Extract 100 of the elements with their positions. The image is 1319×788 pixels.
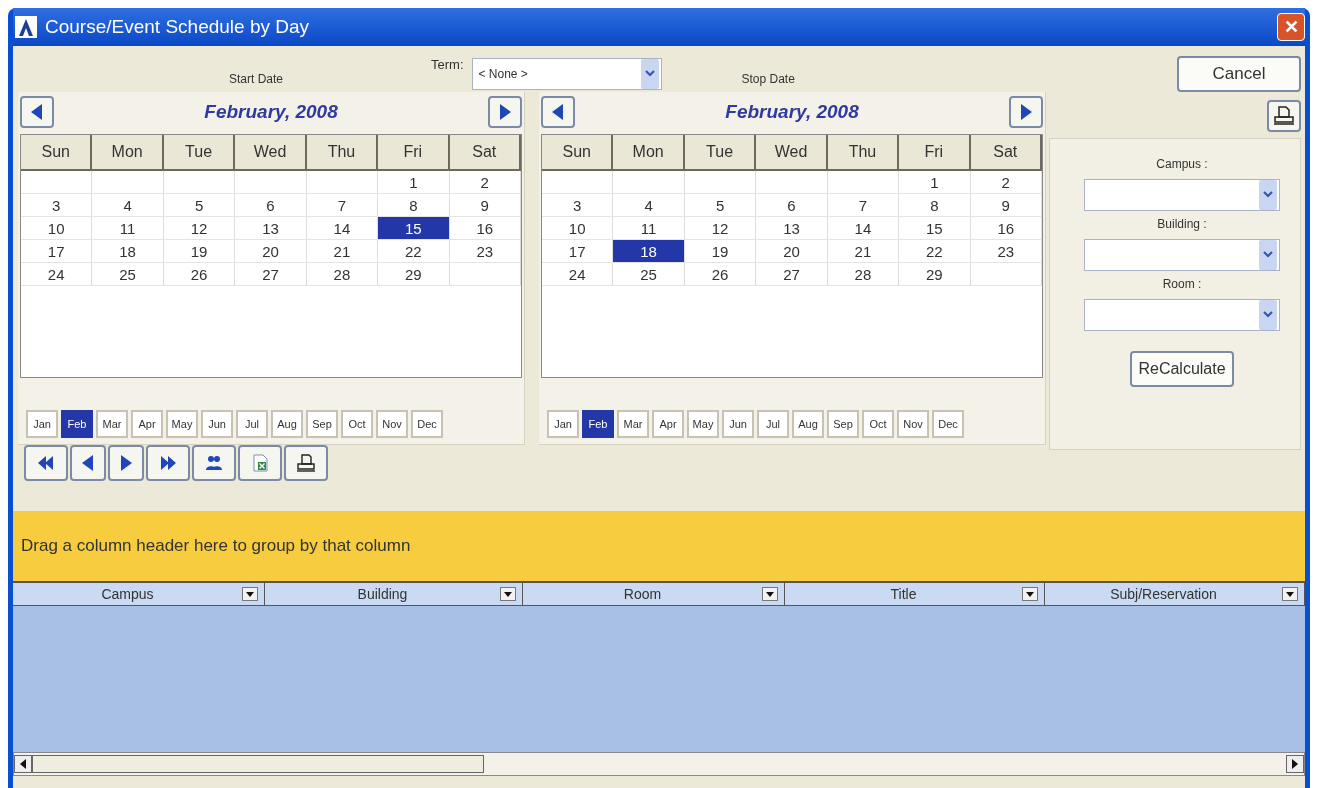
day-cell[interactable]: 13	[756, 217, 828, 240]
day-cell[interactable]: 9	[970, 194, 1042, 217]
day-cell[interactable]: 1	[378, 171, 450, 194]
horizontal-scrollbar[interactable]	[13, 752, 1305, 776]
month-button[interactable]: Feb	[61, 410, 93, 438]
day-cell[interactable]: 16	[449, 217, 521, 240]
day-cell[interactable]: 5	[684, 194, 757, 217]
month-button[interactable]: Mar	[96, 410, 128, 438]
month-button[interactable]: Nov	[897, 410, 929, 438]
day-cell[interactable]: 15	[899, 217, 971, 240]
day-cell[interactable]: 12	[163, 217, 236, 240]
last-page-button[interactable]	[146, 445, 190, 481]
arrow-left-icon[interactable]	[19, 759, 27, 769]
term-dropdown[interactable]: < None >	[471, 58, 662, 90]
month-button[interactable]: Jan	[26, 410, 58, 438]
month-button[interactable]: Nov	[376, 410, 408, 438]
month-button[interactable]: Sep	[306, 410, 338, 438]
day-cell[interactable]: 17	[21, 240, 93, 263]
month-button[interactable]: Sep	[827, 410, 859, 438]
filter-dropdown-icon[interactable]	[242, 587, 258, 601]
day-cell[interactable]: 27	[235, 263, 307, 286]
day-cell[interactable]: 15	[378, 217, 450, 240]
filter-dropdown-icon[interactable]	[1022, 587, 1038, 601]
day-cell[interactable]: 22	[378, 240, 450, 263]
month-button[interactable]: Apr	[131, 410, 163, 438]
month-button[interactable]: Oct	[862, 410, 894, 438]
group-by-panel[interactable]: Drag a column header here to group by that column	[13, 511, 1305, 581]
filter-dropdown-icon[interactable]	[762, 587, 778, 601]
day-cell[interactable]: 1	[899, 171, 971, 194]
day-cell[interactable]: 20	[235, 240, 307, 263]
filter-dropdown-icon[interactable]	[1282, 587, 1298, 601]
day-cell[interactable]: 28	[306, 263, 379, 286]
month-button[interactable]: Mar	[617, 410, 649, 438]
next-month-button[interactable]	[488, 96, 522, 128]
next-page-button[interactable]	[108, 445, 144, 481]
day-cell[interactable]: 7	[306, 194, 379, 217]
day-cell[interactable]: 3	[542, 194, 614, 217]
month-button[interactable]: Jun	[722, 410, 754, 438]
day-cell[interactable]: 25	[92, 263, 164, 286]
month-button[interactable]: Jan	[547, 410, 579, 438]
day-cell[interactable]: 4	[92, 194, 164, 217]
day-cell[interactable]: 12	[684, 217, 757, 240]
day-cell[interactable]: 19	[163, 240, 236, 263]
day-cell[interactable]: 3	[21, 194, 93, 217]
day-cell[interactable]: 6	[235, 194, 307, 217]
month-button[interactable]: Jul	[757, 410, 789, 438]
print-button[interactable]	[284, 445, 328, 481]
month-button[interactable]: Dec	[932, 410, 964, 438]
day-cell[interactable]: 14	[827, 217, 900, 240]
close-button[interactable]: ✕	[1277, 13, 1305, 41]
day-cell[interactable]: 24	[542, 263, 614, 286]
day-cell[interactable]: 26	[163, 263, 236, 286]
export-spreadsheet-button[interactable]	[238, 445, 282, 481]
day-cell[interactable]: 21	[827, 240, 900, 263]
month-button[interactable]: Jun	[201, 410, 233, 438]
day-cell[interactable]: 22	[899, 240, 971, 263]
day-cell[interactable]: 19	[684, 240, 757, 263]
day-cell[interactable]: 2	[449, 171, 521, 194]
day-cell[interactable]: 8	[899, 194, 971, 217]
day-cell[interactable]: 4	[613, 194, 685, 217]
print-button[interactable]	[1267, 100, 1301, 132]
day-cell[interactable]: 16	[970, 217, 1042, 240]
day-cell[interactable]: 20	[756, 240, 828, 263]
day-cell[interactable]: 10	[542, 217, 614, 240]
previous-page-button[interactable]	[70, 445, 106, 481]
next-month-button[interactable]	[1009, 96, 1043, 128]
day-cell[interactable]: 24	[21, 263, 93, 286]
day-cell[interactable]: 29	[899, 263, 971, 286]
day-cell[interactable]: 27	[756, 263, 828, 286]
day-cell[interactable]: 18	[613, 240, 685, 263]
day-cell[interactable]: 18	[92, 240, 164, 263]
previous-month-button[interactable]	[20, 96, 54, 128]
day-cell[interactable]: 28	[827, 263, 900, 286]
day-cell[interactable]: 5	[163, 194, 236, 217]
month-button[interactable]: May	[687, 410, 719, 438]
column-header[interactable]: Campus	[13, 583, 265, 605]
day-cell[interactable]: 10	[21, 217, 93, 240]
day-cell[interactable]: 21	[306, 240, 379, 263]
day-cell[interactable]: 23	[449, 240, 521, 263]
day-cell[interactable]: 7	[827, 194, 900, 217]
day-cell[interactable]: 25	[613, 263, 685, 286]
people-button[interactable]	[192, 445, 236, 481]
month-button[interactable]: Feb	[582, 410, 614, 438]
month-button[interactable]: Aug	[792, 410, 824, 438]
month-button[interactable]: Jul	[236, 410, 268, 438]
day-cell[interactable]: 13	[235, 217, 307, 240]
column-header[interactable]: Subj/Reservation	[1045, 583, 1305, 605]
first-page-button[interactable]	[24, 445, 68, 481]
day-cell[interactable]: 9	[449, 194, 521, 217]
day-cell[interactable]: 6	[756, 194, 828, 217]
column-header[interactable]: Room	[523, 583, 785, 605]
previous-month-button[interactable]	[541, 96, 575, 128]
month-button[interactable]: May	[166, 410, 198, 438]
cancel-button[interactable]: Cancel	[1177, 56, 1301, 92]
arrow-right-icon[interactable]	[1291, 759, 1299, 769]
month-button[interactable]: Dec	[411, 410, 443, 438]
day-cell[interactable]: 29	[378, 263, 450, 286]
day-cell[interactable]: 2	[970, 171, 1042, 194]
recalculate-button[interactable]: ReCalculate	[1130, 351, 1234, 387]
day-cell[interactable]: 26	[684, 263, 757, 286]
